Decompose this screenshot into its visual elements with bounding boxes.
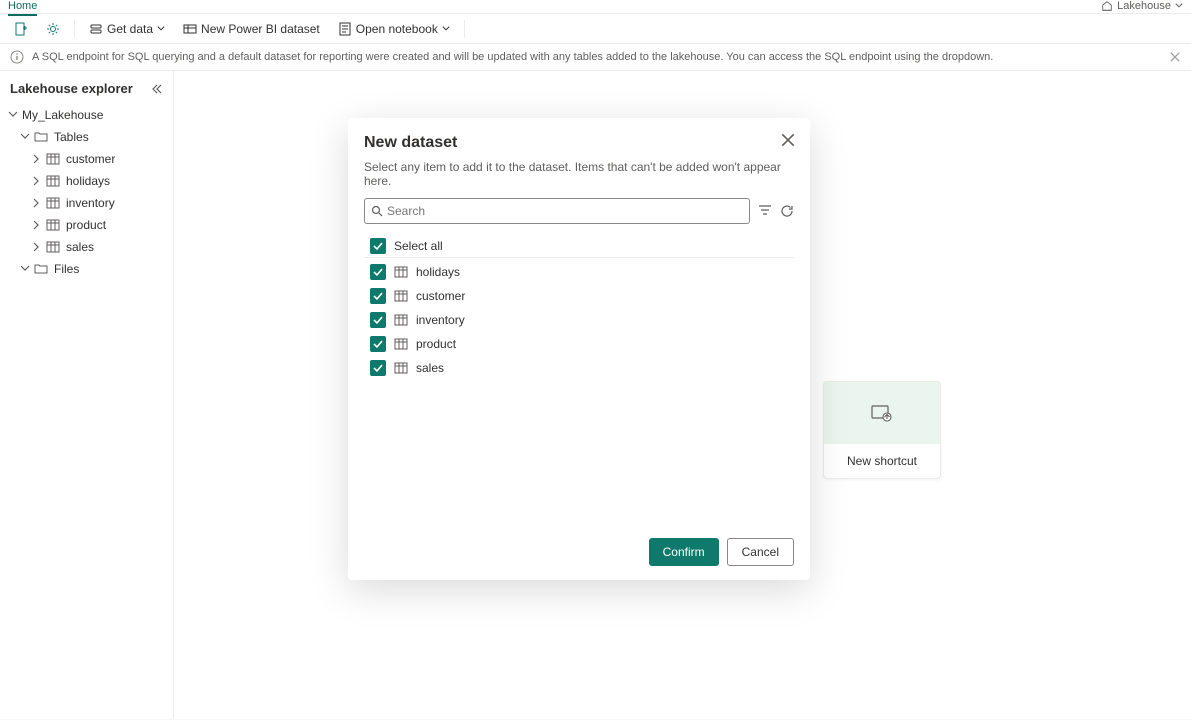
table-icon: [394, 337, 408, 351]
item-label: sales: [416, 361, 444, 375]
table-icon: [394, 265, 408, 279]
item-checkbox[interactable]: [370, 288, 386, 304]
search-icon: [371, 205, 383, 217]
dataset-item-row[interactable]: customer: [364, 284, 794, 308]
dataset-item-row[interactable]: sales: [364, 356, 794, 380]
new-dataset-dialog: New dataset Select any item to add it to…: [348, 118, 810, 580]
dialog-search-row: [364, 198, 794, 224]
select-all-row[interactable]: Select all: [364, 234, 794, 258]
item-label: holidays: [416, 265, 460, 279]
confirm-button[interactable]: Confirm: [649, 538, 719, 566]
select-all-label: Select all: [394, 239, 443, 253]
refresh-button[interactable]: [780, 204, 794, 218]
table-icon: [394, 313, 408, 327]
search-input[interactable]: [387, 204, 743, 218]
dataset-item-row[interactable]: product: [364, 332, 794, 356]
select-all-checkbox[interactable]: [370, 238, 386, 254]
item-label: customer: [416, 289, 465, 303]
dialog-footer: Confirm Cancel: [364, 538, 794, 566]
search-input-wrapper[interactable]: [364, 198, 750, 224]
dataset-item-row[interactable]: holidays: [364, 260, 794, 284]
filter-button[interactable]: [758, 204, 772, 218]
modal-overlay: New dataset Select any item to add it to…: [0, 0, 1191, 720]
table-icon: [394, 289, 408, 303]
item-checkbox[interactable]: [370, 336, 386, 352]
item-label: inventory: [416, 313, 465, 327]
cancel-button[interactable]: Cancel: [727, 538, 794, 566]
item-label: product: [416, 337, 456, 351]
dialog-item-list: Select all holidays customer inventory prod…: [364, 234, 794, 528]
dialog-subtitle: Select any item to add it to the dataset…: [364, 160, 794, 188]
item-checkbox[interactable]: [370, 264, 386, 280]
item-checkbox[interactable]: [370, 360, 386, 376]
dataset-item-row[interactable]: inventory: [364, 308, 794, 332]
dialog-close-button[interactable]: [780, 132, 796, 148]
dialog-title: New dataset: [364, 134, 794, 152]
item-checkbox[interactable]: [370, 312, 386, 328]
table-icon: [394, 361, 408, 375]
